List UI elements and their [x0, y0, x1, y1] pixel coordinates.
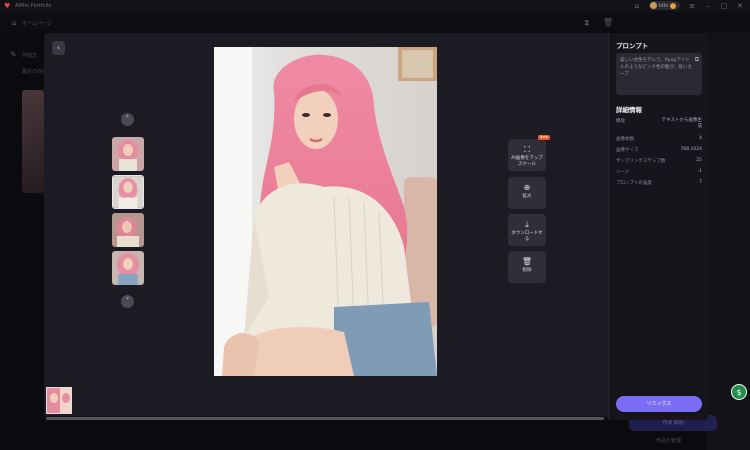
minimize-icon[interactable]: – — [704, 2, 712, 10]
home-nav-label[interactable]: ホームページ — [22, 20, 52, 27]
detail-value: -1 — [697, 169, 703, 174]
prompt-box: ⧉ 美しい女性モデルで、Kpopアイドルのようなピンク色の髪が、長いカーブ — [616, 53, 702, 95]
detail-row: 画像枚数 4 — [616, 136, 702, 142]
download-label: ダウンロードする — [511, 231, 543, 242]
zoom-icon: ⊕ — [523, 183, 531, 192]
detail-value: 25 — [696, 158, 702, 163]
detail-value: 768,1024 — [680, 147, 702, 152]
thumbnail-image — [112, 137, 144, 171]
detail-label: プロンプトの強度 — [616, 181, 652, 186]
detail-row: 機能 テキストから画像生成 — [616, 118, 702, 130]
beta-badge: Beta — [537, 135, 550, 140]
thumbnail-4[interactable] — [112, 251, 144, 285]
avatar — [650, 2, 658, 9]
back-button[interactable]: ‹ — [52, 41, 65, 55]
app-logo-icon: ♥ — [4, 2, 11, 10]
main-preview-image — [214, 47, 437, 376]
delete-label: 削除 — [522, 268, 532, 273]
upscale-button[interactable]: Beta ⛶ AI画像をアップスケール — [508, 135, 550, 171]
zoom-label: 拡大 — [522, 194, 532, 199]
thumbnail-image — [113, 176, 143, 208]
download-button[interactable]: ⤓ ダウンロードする — [508, 214, 546, 246]
thumb-down-arrow-icon[interactable]: ˅ — [121, 295, 134, 308]
coin-icon — [670, 2, 676, 9]
app-title: AIPho Portfolio — [15, 3, 52, 9]
copy-icon[interactable]: ⧉ — [695, 56, 699, 63]
detail-label: 機能 — [616, 119, 625, 124]
background-thumbnail[interactable] — [22, 90, 44, 193]
history-icon[interactable]: ⧗ — [584, 18, 590, 28]
details-title: 詳細情報 — [616, 106, 642, 114]
portrait-illustration — [214, 47, 437, 376]
trash-icon: 🗑 — [521, 257, 533, 266]
detail-value: テキストから画像生成 — [661, 118, 702, 129]
user-chip[interactable]: Iolo — [649, 1, 680, 10]
delete-button[interactable]: 🗑 削除 — [508, 251, 546, 283]
thumbnail-2[interactable] — [112, 175, 144, 209]
section-title: 作成文 — [22, 53, 38, 59]
detail-row: 画像サイズ 768,1024 — [616, 147, 702, 153]
trash-bg-icon[interactable]: 🗑 — [603, 18, 613, 27]
details-panel: プロンプト ⧉ 美しい女性モデルで、Kpopアイドルのようなピンク色の髪が、長い… — [608, 33, 708, 420]
detail-row: プロンプトの強度 7 — [616, 180, 702, 186]
thumbnail-image — [112, 251, 144, 285]
thumbnail-3[interactable] — [112, 213, 144, 247]
detail-row: サンプリングステップ数 25 — [616, 158, 702, 164]
detail-row: シード -1 — [616, 169, 702, 175]
close-icon[interactable]: ✕ — [736, 2, 744, 10]
prompt-title: プロンプト — [616, 42, 649, 50]
bottom-thumbnail-image — [47, 388, 71, 413]
detail-label: 画像サイズ — [616, 148, 639, 153]
detail-label: サンプリングステップ数 — [616, 159, 666, 164]
thumbnail-1[interactable] — [112, 137, 144, 171]
home-nav-icon[interactable]: ⌂ — [12, 19, 20, 27]
menu-icon[interactable]: ≡ — [688, 2, 696, 10]
zoom-button[interactable]: ⊕ 拡大 — [508, 177, 546, 209]
scrollbar-thumb[interactable] — [46, 417, 604, 420]
detail-value: 7 — [699, 180, 702, 185]
image-preview-modal: ‹ ˄ ˅ Beta ⛶ AI画像をアップスケール ⊕ 拡大 ⤓ ダウンロードす… — [44, 33, 708, 420]
upscale-icon: ⛶ — [524, 145, 530, 154]
title-bar: ♥ AIPho Portfolio ⌂ Iolo ≡ – □ ✕ — [0, 0, 750, 12]
download-icon: ⤓ — [525, 220, 529, 229]
maximize-icon[interactable]: □ — [720, 2, 728, 10]
detail-label: シード — [616, 170, 630, 175]
sub-bar — [0, 12, 750, 32]
assistant-badge-icon[interactable]: $ — [731, 384, 747, 400]
user-name: Iolo — [659, 2, 668, 9]
prompt-text: 美しい女性モデルで、Kpopアイドルのようなピンク色の髪が、長いカーブ — [620, 58, 692, 77]
detail-label: 画像枚数 — [616, 137, 634, 142]
detail-value: 4 — [699, 136, 702, 141]
thumb-up-arrow-icon[interactable]: ˄ — [121, 113, 134, 126]
bottom-thumbnail[interactable] — [46, 387, 72, 414]
home-icon[interactable]: ⌂ — [633, 2, 641, 10]
titlebar-controls: ⌂ Iolo ≡ – □ ✕ — [633, 1, 744, 10]
upscale-label: AI画像をアップスケール — [511, 156, 543, 167]
manage-works-link[interactable]: 作品の管理 — [656, 437, 681, 444]
thumbnail-image — [112, 213, 144, 247]
remix-button[interactable]: リミックス — [616, 396, 702, 412]
section-icon: ✎ — [10, 50, 17, 59]
